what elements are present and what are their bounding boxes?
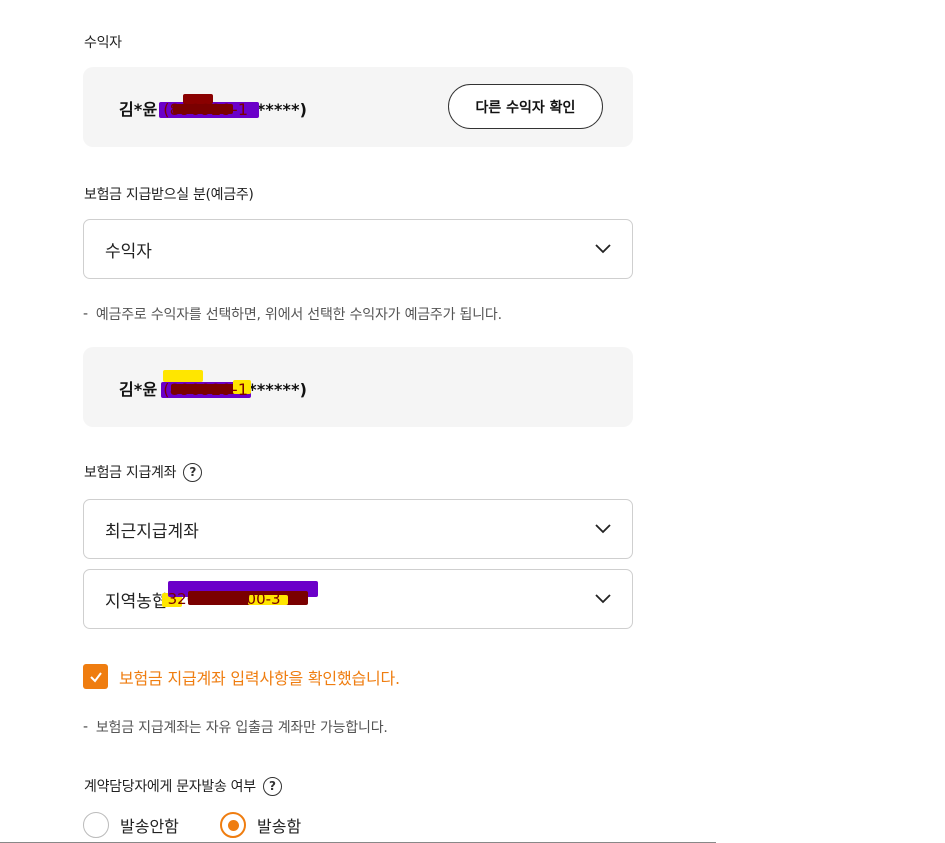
sms-option-no[interactable]: 발송안함 bbox=[83, 812, 179, 838]
depositor-masked-name: 김*윤 (890929-1 ******) bbox=[119, 370, 307, 400]
radio-send[interactable] bbox=[220, 812, 246, 838]
depositor-label: 보험금 지급받으실 분(예금주) bbox=[84, 187, 254, 203]
radio-no-send[interactable] bbox=[83, 812, 109, 838]
chevron-down-icon bbox=[595, 524, 611, 534]
account-confirm-checkbox[interactable] bbox=[83, 664, 108, 689]
sms-option-yes[interactable]: 발송함 bbox=[220, 812, 301, 838]
help-icon[interactable]: ? bbox=[262, 776, 282, 796]
beneficiary-label: 수익자 bbox=[84, 35, 122, 51]
account-label: 보험금 지급계좌 ? bbox=[84, 462, 203, 482]
redaction-mark: (890929-1 bbox=[161, 370, 252, 399]
check-icon bbox=[89, 671, 102, 683]
beneficiary-masked-name: 김*윤 (890929-1 ******) bbox=[119, 94, 307, 120]
depositor-card: 김*윤 (890929-1 ******) bbox=[83, 347, 633, 427]
chevron-down-icon bbox=[595, 594, 611, 604]
beneficiary-card: 김*윤 (890929-1 ******) 다른 수익자 확인 bbox=[83, 67, 633, 147]
sms-label: 계약담당자에게 문자발송 여부 ? bbox=[84, 776, 282, 796]
other-beneficiary-button[interactable]: 다른 수익자 확인 bbox=[448, 84, 603, 129]
account-type-select[interactable]: 최근지급계좌 bbox=[83, 499, 633, 559]
account-confirm-label: 보험금 지급계좌 입력사항을 확인했습니다. bbox=[119, 668, 400, 688]
account-confirm-checkbox-row[interactable]: 보험금 지급계좌 입력사항을 확인했습니다. bbox=[83, 664, 400, 689]
account-note: - 보험금 지급계좌는 자유 입출금 계좌만 가능합니다. bbox=[83, 719, 388, 736]
chevron-down-icon bbox=[595, 244, 611, 254]
depositor-note: - 예금주로 수익자를 선택하면, 위에서 선택한 수익자가 예금주가 됩니다. bbox=[83, 306, 502, 323]
depositor-select[interactable]: 수익자 bbox=[83, 219, 633, 279]
radio-no-send-label: 발송안함 bbox=[120, 817, 179, 836]
radio-send-label: 발송함 bbox=[257, 817, 302, 836]
bank-account-select[interactable]: 지역농협 326-****-300-3 bbox=[83, 569, 633, 629]
redaction-mark: 326-****-300-3 bbox=[161, 581, 318, 609]
redaction-mark: (890929-1 bbox=[159, 94, 260, 119]
help-icon[interactable]: ? bbox=[183, 462, 203, 482]
